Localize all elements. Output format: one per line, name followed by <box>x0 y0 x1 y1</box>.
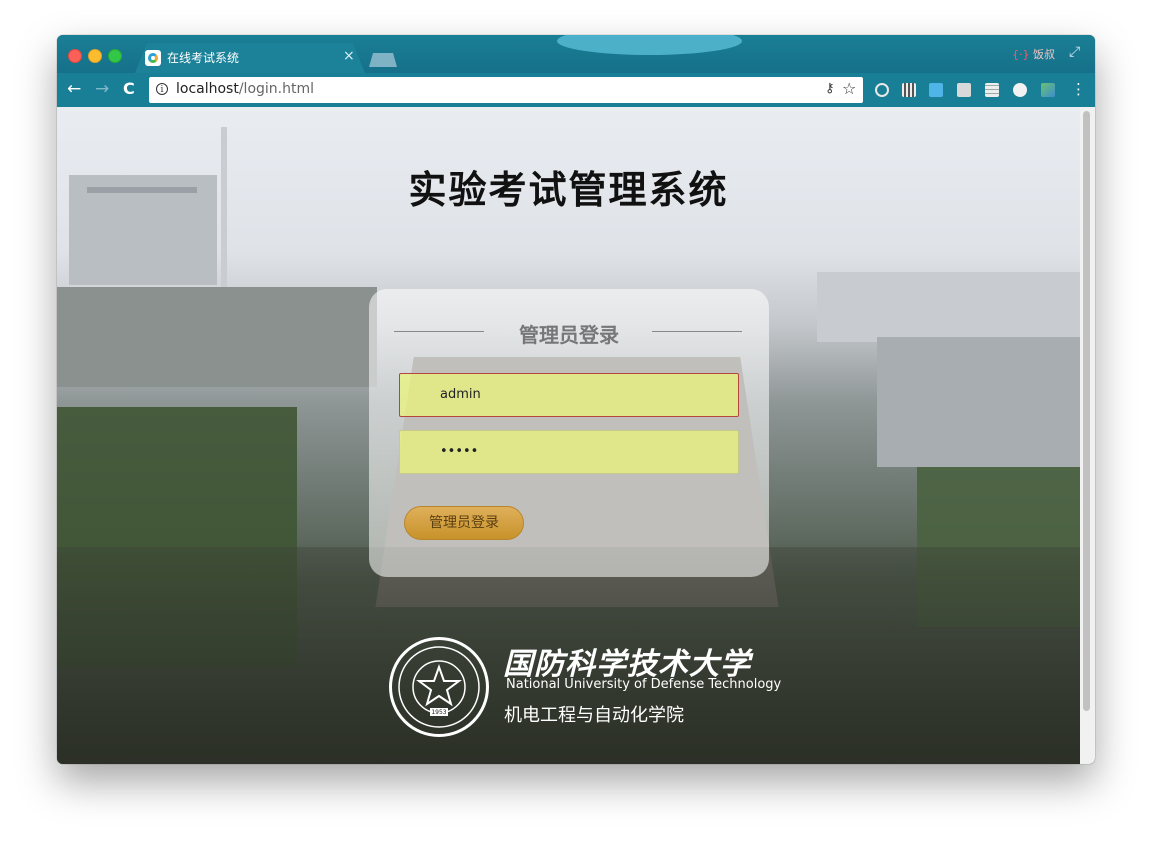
address-bar[interactable]: i localhost/login.html ⚷ ☆ <box>149 77 863 103</box>
college-name: 机电工程与自动化学院 <box>504 705 684 726</box>
browser-menu-icon[interactable]: ⋮ <box>1071 81 1086 97</box>
url-path: /login.html <box>238 81 315 97</box>
url-host: localhost <box>176 81 239 97</box>
browser-window: 在线考试系统 × {·} 饭叔 ⤢ ← → C i localhost/logi… <box>57 35 1095 764</box>
opera-icon[interactable] <box>875 83 889 97</box>
translate-icon[interactable] <box>929 83 943 97</box>
username-field[interactable]: admin <box>399 373 739 417</box>
background-building-right <box>817 272 1095 342</box>
info-icon[interactable]: i <box>156 83 168 95</box>
favicon-icon <box>145 50 161 66</box>
tab-strip: 在线考试系统 × {·} 饭叔 ⤢ <box>57 35 1095 73</box>
scrollbar-thumb[interactable] <box>1083 111 1090 711</box>
reload-button[interactable]: C <box>123 79 135 99</box>
admin-login-button[interactable]: 管理员登录 <box>404 506 524 540</box>
forward-button[interactable]: → <box>95 79 109 99</box>
star-icon[interactable]: ☆ <box>842 79 856 98</box>
background-building-right-lower <box>877 337 1095 467</box>
url-text[interactable]: localhost/login.html <box>176 81 314 97</box>
tag-icon[interactable] <box>1041 83 1055 97</box>
tab-close-icon[interactable]: × <box>343 48 355 64</box>
key-icon[interactable]: ⚷ <box>825 81 835 96</box>
login-panel: 管理员登录 admin ••••• 管理员登录 <box>369 289 769 577</box>
tab-title[interactable]: 在线考试系统 <box>167 49 239 66</box>
close-window-button[interactable] <box>68 49 82 63</box>
back-button[interactable]: ← <box>67 79 81 99</box>
theme-cloud-decoration <box>557 35 742 55</box>
qr-icon[interactable] <box>902 83 916 97</box>
page-title: 实验考试管理系统 <box>408 168 729 212</box>
r-icon[interactable] <box>957 83 971 97</box>
minimize-window-button[interactable] <box>88 49 102 63</box>
profile-label[interactable]: {·} 饭叔 <box>1012 46 1055 62</box>
emblem-year: 1953 <box>431 709 447 716</box>
background-hall <box>57 287 377 387</box>
new-tab-button[interactable] <box>369 53 397 67</box>
university-name-en: National University of Defense Technolog… <box>506 677 782 692</box>
profile-name: 饭叔 <box>1033 48 1055 61</box>
fullscreen-icon[interactable]: ⤢ <box>1069 44 1080 60</box>
grid-icon[interactable] <box>985 83 999 97</box>
university-emblem-icon: 1953 <box>389 637 489 737</box>
zoom-window-button[interactable] <box>108 49 122 63</box>
heading-rule-right <box>652 331 742 332</box>
vertical-scrollbar[interactable] <box>1080 107 1095 764</box>
circle-icon[interactable] <box>1013 83 1027 97</box>
login-heading: 管理员登录 <box>519 323 619 347</box>
page-content: 实验考试管理系统 管理员登录 admin ••••• 管理员登录 1953 国防… <box>57 107 1095 764</box>
browser-toolbar: ← → C i localhost/login.html ⚷ ☆ ⋮ <box>57 73 1095 107</box>
password-field[interactable]: ••••• <box>399 430 739 474</box>
